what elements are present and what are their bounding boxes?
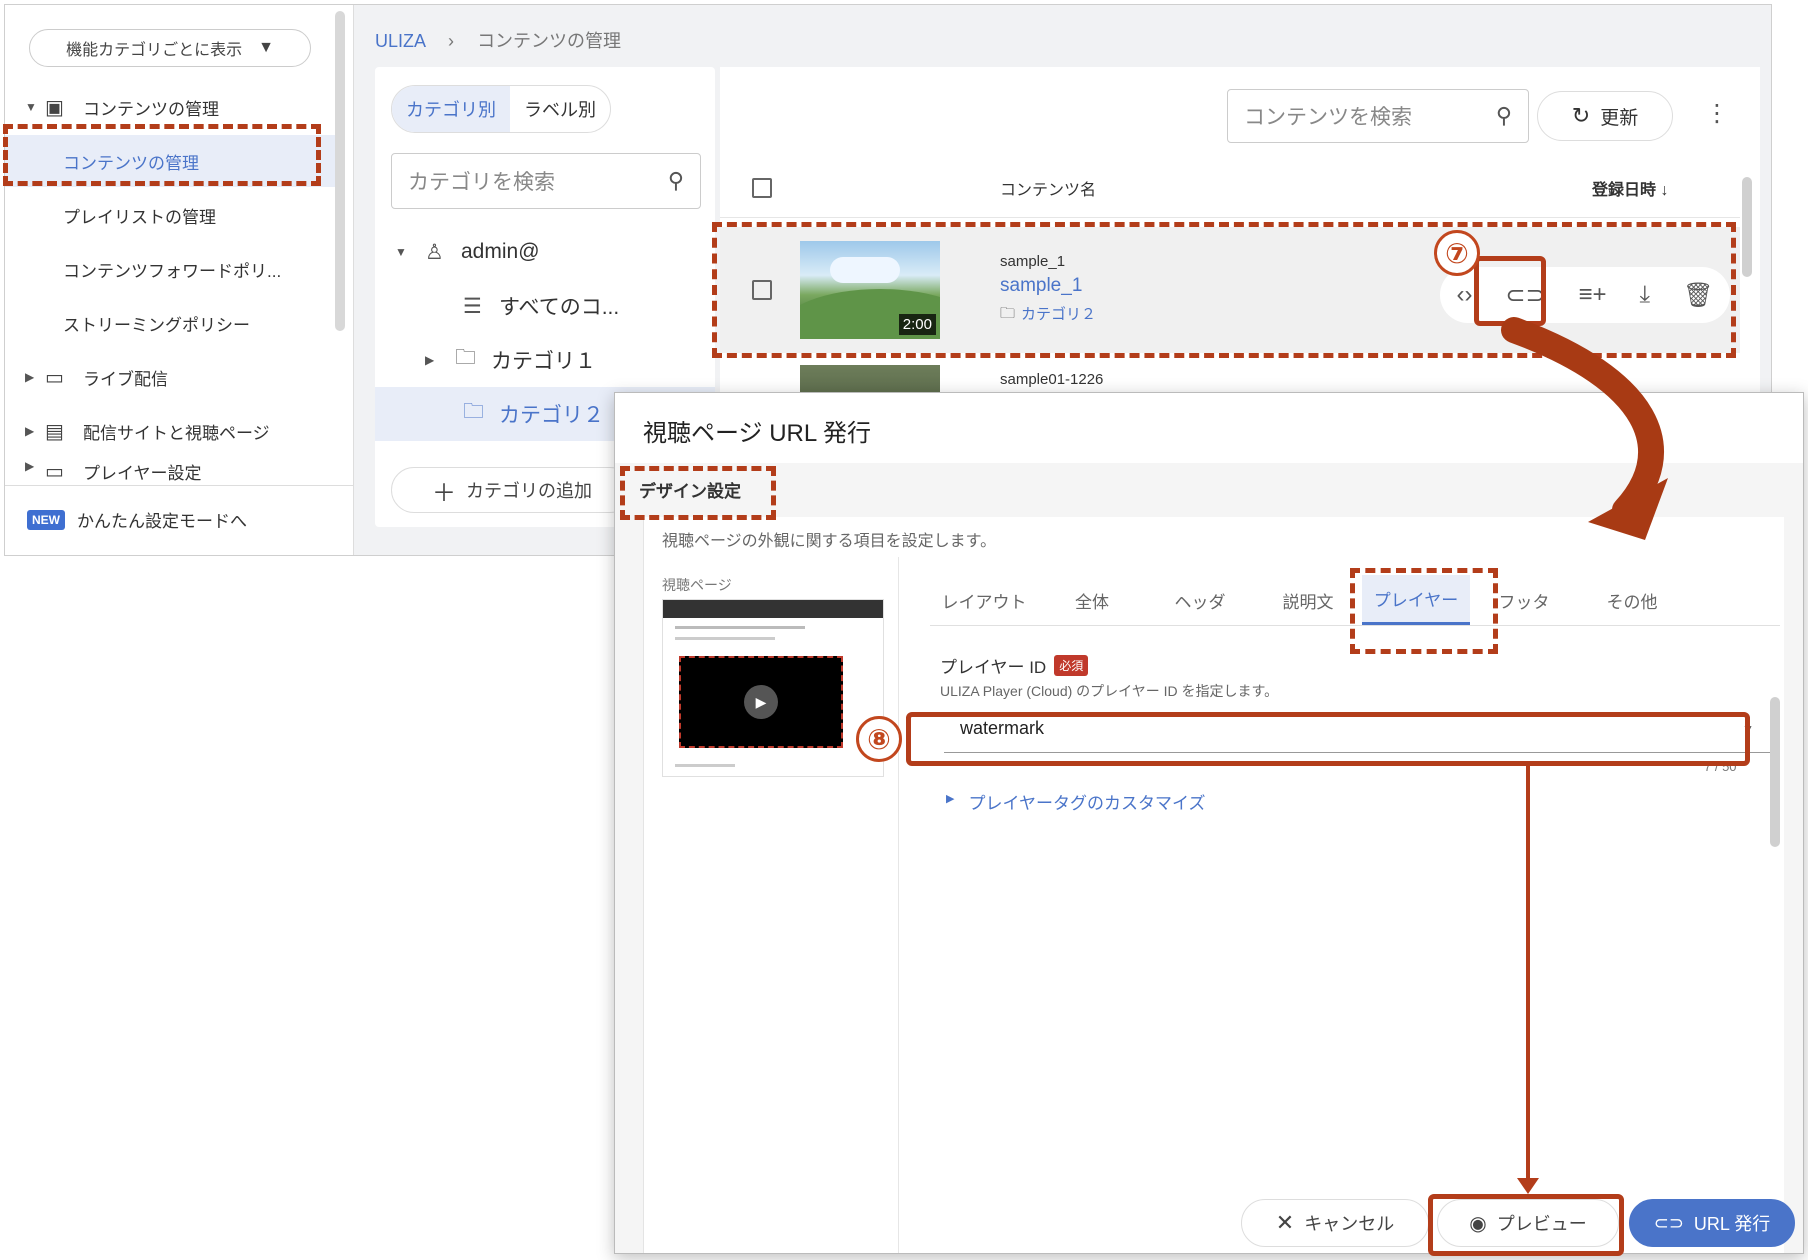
straight-arrow-head [1517, 1178, 1539, 1194]
annotation-arrows [1501, 317, 1668, 1194]
curved-arrow-shaft [1501, 317, 1664, 523]
